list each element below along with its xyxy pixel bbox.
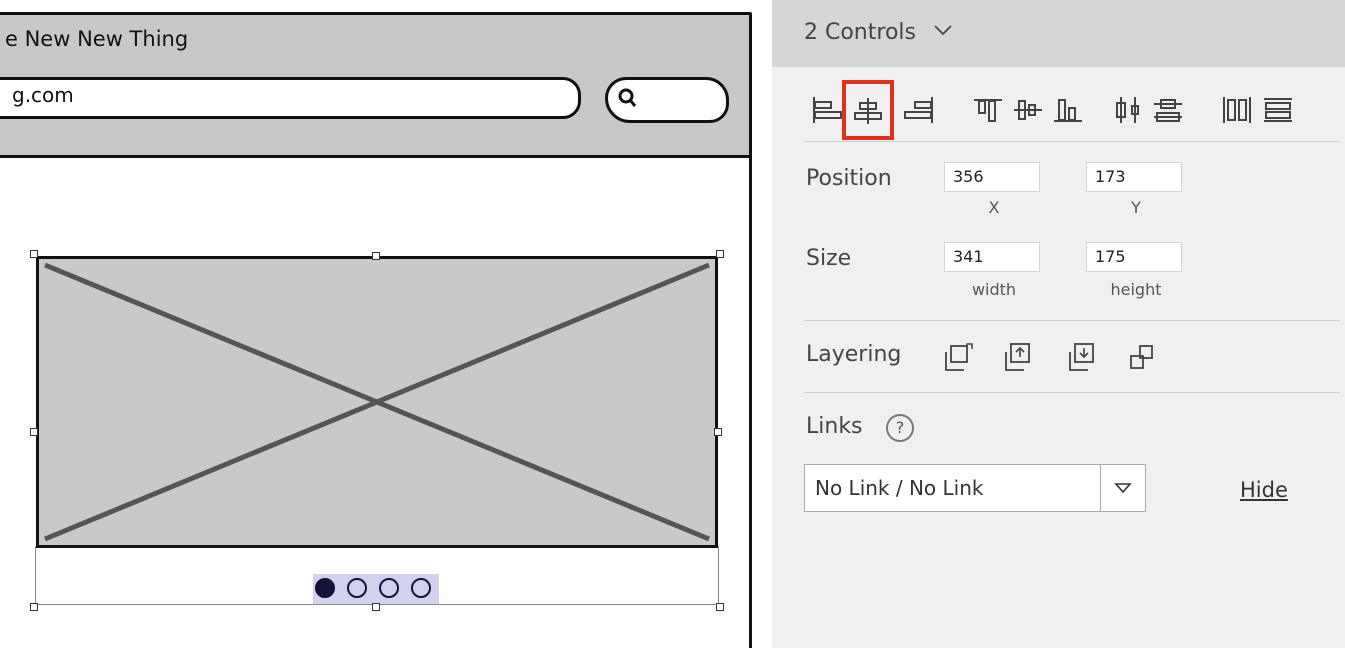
selection-handle[interactable] xyxy=(716,603,724,611)
hide-link[interactable]: Hide xyxy=(1240,478,1288,502)
window-title: e New New Thing xyxy=(5,27,189,51)
align-right-button[interactable] xyxy=(894,80,942,138)
properties-panel: 2 Controls xyxy=(772,0,1345,648)
send-backward-button[interactable] xyxy=(1068,342,1098,372)
send-to-back-button[interactable] xyxy=(1128,342,1158,372)
size-label: Size xyxy=(806,246,852,271)
layering-label: Layering xyxy=(806,342,902,367)
links-label: Links xyxy=(806,414,863,439)
height-input[interactable]: 175 xyxy=(1086,242,1182,272)
align-right-icon xyxy=(904,97,933,123)
triangle-down-icon xyxy=(1114,483,1132,494)
divider xyxy=(804,320,1340,321)
position-x-input[interactable]: 356 xyxy=(944,162,1040,192)
space-vertical-icon xyxy=(1264,98,1292,122)
position-x-caption: X xyxy=(988,198,1000,217)
position-y-input[interactable]: 173 xyxy=(1086,162,1182,192)
space-horizontal-icon xyxy=(1223,97,1251,123)
send-backward-icon xyxy=(1069,343,1094,371)
search-button[interactable] xyxy=(605,77,729,123)
panel-title[interactable]: 2 Controls xyxy=(804,20,953,45)
width-caption: width xyxy=(971,280,1017,299)
search-icon xyxy=(618,88,637,107)
link-select[interactable]: No Link / No Link xyxy=(804,464,1146,512)
align-middle-icon xyxy=(1014,100,1042,120)
wireframe-canvas[interactable]: e New New Thing g.com xyxy=(0,0,772,648)
pagination-dot[interactable] xyxy=(347,578,367,598)
selection-handle[interactable] xyxy=(372,252,380,260)
align-left-icon xyxy=(813,97,842,123)
url-bar[interactable]: g.com xyxy=(0,77,581,119)
align-top-icon xyxy=(974,99,1002,122)
align-bottom-button[interactable] xyxy=(1044,80,1092,138)
distribute-vertical-icon xyxy=(1154,99,1182,122)
panel-header[interactable]: 2 Controls xyxy=(772,0,1345,67)
height-caption: height xyxy=(1110,280,1162,299)
space-vertical-button[interactable] xyxy=(1254,80,1302,138)
bring-to-front-icon xyxy=(945,343,973,371)
image-placeholder[interactable] xyxy=(36,256,718,548)
align-center-button[interactable] xyxy=(842,80,894,140)
width-input[interactable]: 341 xyxy=(944,242,1040,272)
distribute-vertical-button[interactable] xyxy=(1144,80,1192,138)
bring-forward-button[interactable] xyxy=(1004,342,1034,372)
divider xyxy=(804,392,1340,393)
link-select-value: No Link / No Link xyxy=(815,476,984,500)
align-bottom-icon xyxy=(1054,99,1082,122)
distribute-horizontal-icon xyxy=(1116,97,1139,123)
pagination-dot-active[interactable] xyxy=(315,578,335,598)
bring-to-front-button[interactable] xyxy=(944,342,974,372)
help-icon[interactable]: ? xyxy=(886,414,914,442)
selection-handle[interactable] xyxy=(30,428,38,436)
position-label: Position xyxy=(806,166,892,191)
browser-chrome: e New New Thing g.com xyxy=(0,15,749,158)
url-text: g.com xyxy=(12,83,74,107)
image-placeholder-cross xyxy=(44,262,710,542)
divider xyxy=(804,141,1340,142)
send-to-back-icon xyxy=(1130,345,1153,369)
align-center-icon xyxy=(854,98,882,124)
chevron-down-icon xyxy=(933,17,953,42)
selection-handle[interactable] xyxy=(372,603,380,611)
alignment-toolbar xyxy=(804,80,1344,140)
pagination-dots[interactable] xyxy=(313,574,439,604)
selection-handle[interactable] xyxy=(716,250,724,258)
dropdown-button[interactable] xyxy=(1100,465,1145,511)
bring-forward-icon xyxy=(1005,343,1030,371)
pagination-dot[interactable] xyxy=(379,578,399,598)
selection-handle[interactable] xyxy=(30,250,38,258)
position-y-caption: Y xyxy=(1131,198,1141,217)
pagination-dot[interactable] xyxy=(411,578,431,598)
panel-title-text: 2 Controls xyxy=(804,20,916,45)
selection-handle[interactable] xyxy=(30,603,38,611)
selection-handle[interactable] xyxy=(714,428,722,436)
